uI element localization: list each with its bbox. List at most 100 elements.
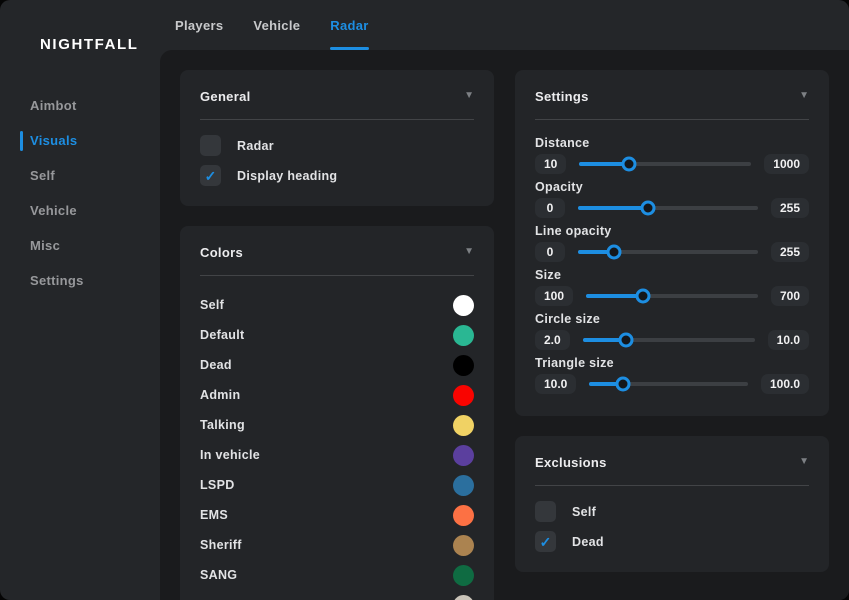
sidebar-item-label: Vehicle [30, 203, 77, 218]
slider-row: 0 255 [535, 196, 809, 220]
checkbox-display-heading[interactable]: ✓ [200, 165, 221, 186]
color-row: EMS [200, 500, 474, 530]
colors-panel-header[interactable]: Colors ▼ [200, 242, 474, 262]
color-row: Dead [200, 350, 474, 380]
slider-row: 10.0 100.0 [535, 372, 809, 396]
tab-radar[interactable]: Radar [330, 0, 368, 50]
color-row: Admin [200, 380, 474, 410]
settings-panel-header[interactable]: Settings ▼ [535, 86, 809, 106]
color-row-label: Default [200, 328, 244, 342]
slider-thumb[interactable] [606, 245, 621, 260]
color-swatch-sheriff[interactable] [453, 535, 474, 556]
slider-track[interactable] [579, 162, 751, 166]
slider-list: Distance 10 1000 Opacity 0 255 Line opac… [535, 136, 809, 396]
slider-max-value: 100.0 [761, 374, 809, 394]
tab-vehicle[interactable]: Vehicle [253, 0, 300, 50]
slider-max-value: 1000 [764, 154, 809, 174]
slider-thumb[interactable] [641, 201, 656, 216]
nightfall-window: NIGHTFALL Aimbot Visuals Self Vehicle Mi… [0, 0, 849, 600]
settings-panel-title: Settings [535, 89, 589, 104]
sidebar-item-label: Visuals [30, 133, 77, 148]
slider-row: 10 1000 [535, 152, 809, 176]
sidebar: NIGHTFALL Aimbot Visuals Self Vehicle Mi… [0, 0, 160, 600]
slider-thumb[interactable] [635, 289, 650, 304]
color-swatch-admin[interactable] [453, 385, 474, 406]
slider-max-value: 255 [771, 198, 809, 218]
color-swatch-self[interactable] [453, 295, 474, 316]
slider-min-value: 100 [535, 286, 573, 306]
color-row: Government [200, 590, 474, 600]
slider-min-value: 10.0 [535, 374, 576, 394]
tab-players[interactable]: Players [175, 0, 223, 50]
checkbox-row: ✓ Display heading [200, 165, 474, 186]
checkbox-label: Dead [572, 535, 604, 549]
slider-max-value: 255 [771, 242, 809, 262]
color-swatch-talking[interactable] [453, 415, 474, 436]
exclusions-panel-header[interactable]: Exclusions ▼ [535, 452, 809, 472]
slider-label: Triangle size [535, 356, 809, 372]
checkbox-radar[interactable]: ✓ [200, 135, 221, 156]
colors-panel: Colors ▼ Self Default Dead Admin Talking… [180, 226, 494, 600]
color-row: In vehicle [200, 440, 474, 470]
checkbox-row: ✓ Self [535, 501, 809, 522]
sidebar-nav: Aimbot Visuals Self Vehicle Misc Setting… [0, 88, 160, 298]
color-swatch-in-vehicle[interactable] [453, 445, 474, 466]
sidebar-item-vehicle[interactable]: Vehicle [0, 193, 160, 228]
settings-panel: Settings ▼ Distance 10 1000 Opacity 0 25… [515, 70, 829, 416]
color-row-label: Admin [200, 388, 240, 402]
slider-label: Size [535, 268, 809, 284]
divider [200, 275, 474, 276]
slider-label: Line opacity [535, 224, 809, 240]
slider-thumb[interactable] [622, 157, 637, 172]
slider-label: Circle size [535, 312, 809, 328]
color-swatch-default[interactable] [453, 325, 474, 346]
slider-min-value: 0 [535, 198, 565, 218]
color-row: Default [200, 320, 474, 350]
color-swatch-dead[interactable] [453, 355, 474, 376]
slider-track[interactable] [589, 382, 748, 386]
color-swatch-lspd[interactable] [453, 475, 474, 496]
color-swatch-sang[interactable] [453, 565, 474, 586]
slider-fill [586, 294, 643, 298]
caret-down-icon: ▼ [799, 457, 809, 467]
general-checkbox-list: ✓ Radar ✓ Display heading [200, 135, 474, 186]
color-row-label: In vehicle [200, 448, 260, 462]
slider-track[interactable] [578, 206, 758, 210]
sidebar-item-label: Self [30, 168, 55, 183]
color-swatch-government[interactable] [453, 595, 474, 600]
slider-group-triangle-size: Triangle size 10.0 100.0 [535, 356, 809, 396]
color-row: LSPD [200, 470, 474, 500]
slider-track[interactable] [586, 294, 758, 298]
sidebar-item-visuals[interactable]: Visuals [0, 123, 160, 158]
colors-panel-title: Colors [200, 245, 243, 260]
sidebar-item-settings[interactable]: Settings [0, 263, 160, 298]
divider [200, 119, 474, 120]
color-row: Talking [200, 410, 474, 440]
caret-down-icon: ▼ [464, 91, 474, 101]
sidebar-item-misc[interactable]: Misc [0, 228, 160, 263]
slider-group-size: Size 100 700 [535, 268, 809, 308]
slider-group-opacity: Opacity 0 255 [535, 180, 809, 220]
color-row-label: Self [200, 298, 224, 312]
color-row-label: LSPD [200, 478, 235, 492]
general-panel-header[interactable]: General ▼ [200, 86, 474, 106]
color-swatch-ems[interactable] [453, 505, 474, 526]
sidebar-item-label: Aimbot [30, 98, 77, 113]
color-row: Self [200, 290, 474, 320]
slider-thumb[interactable] [615, 377, 630, 392]
divider [535, 485, 809, 486]
tab-bar: Players Vehicle Radar [160, 0, 849, 50]
checkbox-self[interactable]: ✓ [535, 501, 556, 522]
slider-track[interactable] [578, 250, 758, 254]
check-icon: ✓ [540, 535, 552, 549]
color-row-label: Talking [200, 418, 245, 432]
slider-thumb[interactable] [618, 333, 633, 348]
slider-track[interactable] [583, 338, 755, 342]
sidebar-item-aimbot[interactable]: Aimbot [0, 88, 160, 123]
caret-down-icon: ▼ [464, 247, 474, 257]
checkbox-dead[interactable]: ✓ [535, 531, 556, 552]
slider-label: Opacity [535, 180, 809, 196]
sidebar-item-self[interactable]: Self [0, 158, 160, 193]
slider-min-value: 2.0 [535, 330, 570, 350]
exclusions-panel: Exclusions ▼ ✓ Self ✓ Dead [515, 436, 829, 572]
